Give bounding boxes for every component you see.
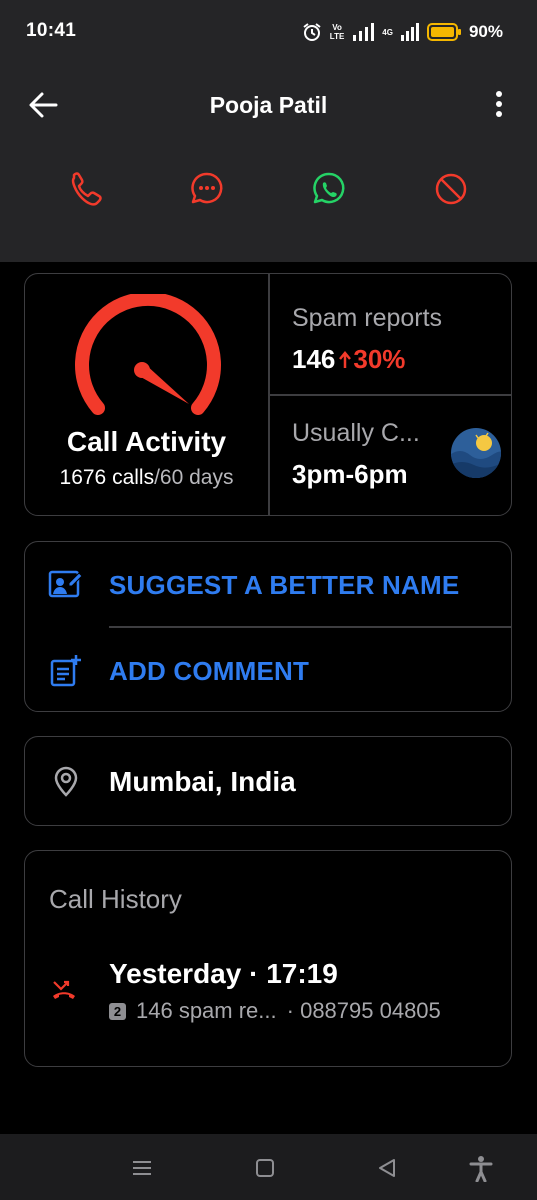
call-details: 2 146 spam re... · 088795 04805 bbox=[109, 998, 441, 1024]
status-icons: Vo LTE 4G 90% bbox=[302, 20, 503, 44]
network-type: 4G bbox=[382, 27, 393, 37]
location-card: Mumbai, India bbox=[24, 736, 512, 826]
system-nav-bar bbox=[0, 1134, 537, 1200]
suggestion-card: SUGGEST A BETTER NAME ADD COMMENT bbox=[24, 541, 512, 712]
home-icon[interactable] bbox=[251, 1154, 279, 1182]
call-number: · 088795 04805 bbox=[286, 998, 441, 1023]
divider bbox=[269, 394, 511, 396]
message-icon[interactable] bbox=[184, 166, 230, 212]
suggest-name-button[interactable]: SUGGEST A BETTER NAME bbox=[25, 542, 511, 626]
back-nav-icon[interactable] bbox=[373, 1154, 401, 1182]
accessibility-icon[interactable] bbox=[467, 1154, 495, 1182]
phone-icon[interactable] bbox=[62, 166, 108, 212]
speedometer-icon bbox=[75, 294, 221, 415]
call-history-card: Call History Yesterday · 17:19 2 146 spa… bbox=[24, 850, 512, 1067]
battery-icon bbox=[426, 23, 461, 41]
afternoon-sun-icon bbox=[451, 428, 501, 478]
whatsapp-icon[interactable] bbox=[306, 166, 352, 212]
sim-badge: 2 bbox=[109, 1002, 126, 1020]
contact-header: Pooja Patil bbox=[0, 76, 537, 132]
suggest-name-label: SUGGEST A BETTER NAME bbox=[109, 570, 460, 600]
contact-name: Pooja Patil bbox=[209, 92, 328, 118]
call-time: Yesterday · 17:19 bbox=[109, 958, 338, 989]
status-bar: 10:41 Vo LTE 4G 90% bbox=[0, 0, 537, 64]
alarm-icon bbox=[303, 23, 321, 41]
status-time: 10:41 bbox=[26, 20, 77, 41]
spam-reports-label: Spam reports bbox=[292, 304, 443, 332]
recent-apps-icon[interactable] bbox=[128, 1154, 156, 1182]
call-history-title: Call History bbox=[49, 884, 182, 914]
add-comment-button[interactable]: ADD COMMENT bbox=[25, 628, 511, 712]
location-label: Mumbai, India bbox=[109, 766, 296, 797]
add-comment-label: ADD COMMENT bbox=[109, 656, 310, 686]
contact-actions bbox=[0, 166, 537, 212]
call-spam-detail: 146 spam re... bbox=[136, 998, 277, 1023]
volte-indicator: Vo LTE bbox=[329, 23, 345, 41]
missed-call-icon bbox=[53, 980, 75, 999]
activity-card: Call Activity 1676 calls/60 days Spam re… bbox=[24, 273, 512, 516]
usually-calls-value: 3pm-6pm bbox=[292, 459, 408, 489]
call-activity-title: Call Activity bbox=[66, 426, 227, 457]
arrow-up-icon bbox=[339, 350, 352, 368]
usually-calls-label: Usually C... bbox=[292, 419, 420, 447]
signal-icon bbox=[353, 23, 375, 41]
location-pin-icon bbox=[54, 766, 78, 797]
edit-contact-icon bbox=[48, 570, 83, 598]
add-note-icon bbox=[50, 655, 81, 687]
spam-reports-value: 146 30% bbox=[292, 344, 406, 374]
call-activity-count: 1676 calls/60 days bbox=[59, 466, 234, 489]
battery-percent: 90% bbox=[468, 22, 503, 41]
block-icon[interactable] bbox=[428, 166, 474, 212]
more-options-icon[interactable] bbox=[487, 88, 511, 120]
signal-icon-2 bbox=[400, 23, 419, 41]
